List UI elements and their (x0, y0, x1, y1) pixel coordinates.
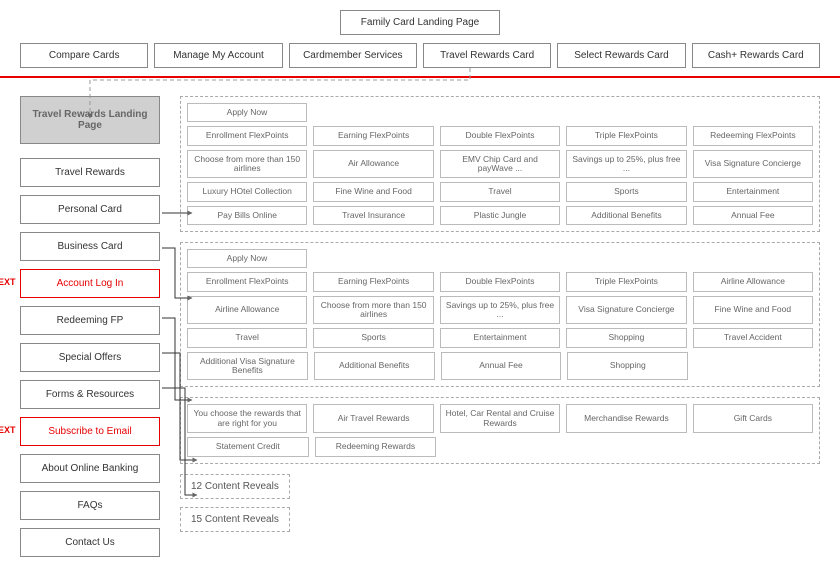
nav-travel-rewards-card[interactable]: Travel Rewards Card (423, 43, 551, 68)
cell[interactable]: Redeeming FlexPoints (693, 126, 813, 145)
cell[interactable]: Shopping (566, 328, 686, 347)
page-title-box: Family Card Landing Page (340, 10, 500, 35)
content-area: Apply Now Enrollment FlexPoints Earning … (180, 96, 820, 565)
ext-label-1: EXT (0, 277, 16, 287)
cell[interactable]: Sports (313, 328, 433, 347)
cell[interactable]: Statement Credit (187, 437, 309, 456)
page-title: Family Card Landing Page (361, 17, 479, 28)
cell-empty (693, 437, 813, 456)
cell[interactable]: Triple FlexPoints (566, 126, 686, 145)
cell[interactable]: Travel (440, 182, 560, 201)
nav-compare-cards[interactable]: Compare Cards (20, 43, 148, 68)
cell[interactable]: Apply Now (187, 249, 307, 268)
sidebar-item-subscribe-email[interactable]: Subscribe to Email (20, 417, 160, 446)
cell[interactable]: Fine Wine and Food (693, 296, 813, 325)
cell[interactable]: Earning FlexPoints (313, 272, 433, 291)
cell[interactable]: Air Allowance (313, 150, 433, 179)
cell[interactable]: Annual Fee (441, 352, 562, 381)
cell[interactable]: Additional Visa Signature Benefits (187, 352, 308, 381)
cell[interactable]: Hotel, Car Rental and Cruise Rewards (440, 404, 560, 433)
cell[interactable]: Shopping (567, 352, 688, 381)
nav-cash-rewards-card[interactable]: Cash+ Rewards Card (692, 43, 820, 68)
panel-personal-card: Apply Now Enrollment FlexPoints Earning … (180, 96, 820, 232)
cell[interactable]: Plastic Jungle (440, 206, 560, 225)
cell[interactable]: Enrollment FlexPoints (187, 272, 307, 291)
cell[interactable]: You choose the rewards that are right fo… (187, 404, 307, 433)
sidebar-item-special-offers[interactable]: Special Offers (20, 343, 160, 372)
cell[interactable]: Travel Insurance (313, 206, 433, 225)
cell[interactable]: Fine Wine and Food (313, 182, 433, 201)
cell[interactable]: Visa Signature Concierge (566, 296, 686, 325)
cell[interactable]: Air Travel Rewards (313, 404, 433, 433)
panel-business-card: Apply Now Enrollment FlexPoints Earning … (180, 242, 820, 387)
sidebar-item-faqs[interactable]: FAQs (20, 491, 160, 520)
cell[interactable]: Enrollment FlexPoints (187, 126, 307, 145)
cell[interactable]: Gift Cards (693, 404, 813, 433)
cell[interactable]: Visa Signature Concierge (693, 150, 813, 179)
cell[interactable]: Airline Allowance (693, 272, 813, 291)
sidebar-item-account-login[interactable]: Account Log In (20, 269, 160, 298)
cell[interactable]: Redeeming Rewards (315, 437, 437, 456)
cell[interactable]: Airline Allowance (187, 296, 307, 325)
nav-manage-account[interactable]: Manage My Account (154, 43, 282, 68)
cell[interactable]: Travel (187, 328, 307, 347)
sidebar: Travel Rewards Landing Page Travel Rewar… (20, 96, 160, 565)
cell[interactable]: Entertainment (440, 328, 560, 347)
cell[interactable]: Pay Bills Online (187, 206, 307, 225)
cell[interactable]: Merchandise Rewards (566, 404, 686, 433)
reveal-box-15[interactable]: 15 Content Reveals (180, 507, 290, 532)
cell[interactable]: Savings up to 25%, plus free ... (566, 150, 686, 179)
cell[interactable]: Additional Benefits (566, 206, 686, 225)
cell[interactable]: Double FlexPoints (440, 272, 560, 291)
cell[interactable]: Triple FlexPoints (566, 272, 686, 291)
sidebar-item-redeeming-fp[interactable]: Redeeming FP (20, 306, 160, 335)
landing-page-box: Travel Rewards Landing Page (20, 96, 160, 144)
cell[interactable]: Savings up to 25%, plus free ... (440, 296, 560, 325)
divider-red (0, 76, 840, 78)
top-nav: Compare Cards Manage My Account Cardmemb… (20, 43, 820, 68)
nav-select-rewards-card[interactable]: Select Rewards Card (557, 43, 685, 68)
sidebar-item-business-card[interactable]: Business Card (20, 232, 160, 261)
cell[interactable]: Additional Benefits (314, 352, 435, 381)
cell-empty (442, 437, 562, 456)
sidebar-item-about-online-banking[interactable]: About Online Banking (20, 454, 160, 483)
sidebar-item-forms-resources[interactable]: Forms & Resources (20, 380, 160, 409)
cell[interactable]: Travel Accident (693, 328, 813, 347)
cell[interactable]: Earning FlexPoints (313, 126, 433, 145)
cell-empty (694, 352, 813, 381)
panel-redeeming: You choose the rewards that are right fo… (180, 397, 820, 463)
nav-cardmember-services[interactable]: Cardmember Services (289, 43, 417, 68)
cell[interactable]: Choose from more than 150 airlines (187, 150, 307, 179)
cell[interactable]: EMV Chip Card and payWave ... (440, 150, 560, 179)
cell[interactable]: Choose from more than 150 airlines (313, 296, 433, 325)
cell-empty (568, 437, 688, 456)
sidebar-item-contact-us[interactable]: Contact Us (20, 528, 160, 557)
cell[interactable]: Sports (566, 182, 686, 201)
sidebar-item-travel-rewards[interactable]: Travel Rewards (20, 158, 160, 187)
cell[interactable]: Luxury HOtel Collection (187, 182, 307, 201)
ext-label-2: EXT (0, 425, 16, 435)
cell[interactable]: Entertainment (693, 182, 813, 201)
sidebar-item-personal-card[interactable]: Personal Card (20, 195, 160, 224)
cell[interactable]: Apply Now (187, 103, 307, 122)
reveal-box-12[interactable]: 12 Content Reveals (180, 474, 290, 499)
cell[interactable]: Double FlexPoints (440, 126, 560, 145)
cell[interactable]: Annual Fee (693, 206, 813, 225)
